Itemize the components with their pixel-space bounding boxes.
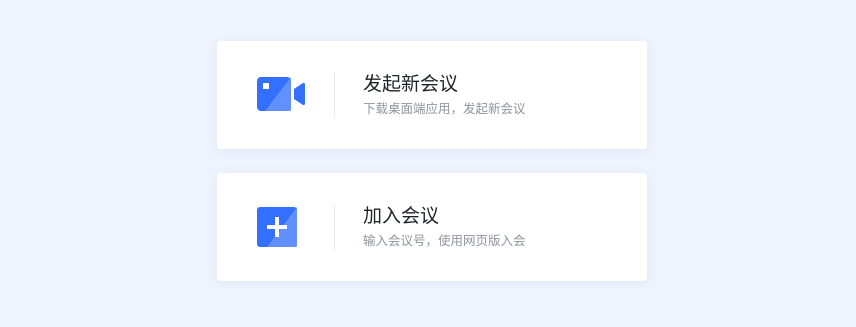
join-meeting-card[interactable]: 加入会议 输入会议号，使用网页版入会 — [217, 173, 647, 281]
join-meeting-description: 输入会议号，使用网页版入会 — [363, 233, 526, 248]
start-meeting-description: 下载桌面端应用，发起新会议 — [363, 101, 526, 116]
video-camera-icon — [257, 75, 305, 115]
plus-icon — [257, 207, 299, 247]
start-meeting-card[interactable]: 发起新会议 下载桌面端应用，发起新会议 — [217, 41, 647, 149]
card-divider — [334, 204, 335, 250]
join-meeting-title: 加入会议 — [363, 205, 440, 227]
start-meeting-title: 发起新会议 — [363, 73, 459, 95]
card-divider — [334, 72, 335, 118]
